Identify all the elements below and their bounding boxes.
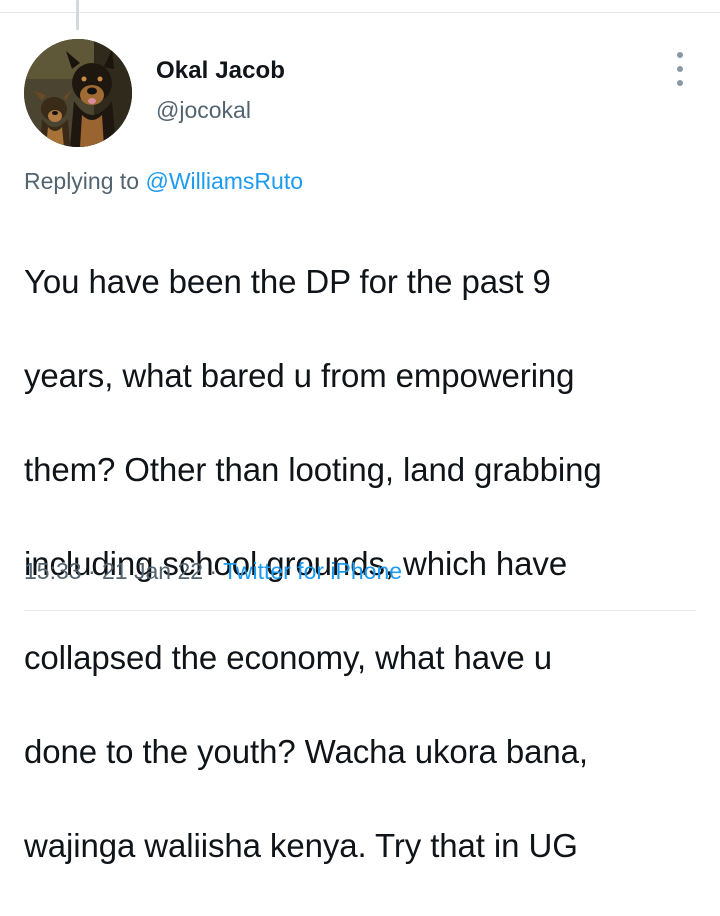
bottom-divider [24,610,696,611]
tweet-text-line: You have been the DP for the past 9 [24,263,551,300]
tweet-text-line: done to the youth? Wacha ukora bana, [24,733,588,770]
tweet-text-line: wajinga waliisha kenya. Try that in UG [24,827,578,864]
tweet-text-line: years, what bared u from empowering [24,357,575,394]
author-handle[interactable]: @jocokal [156,97,251,124]
meta-separator: · [203,558,224,584]
tweet-text-line: them? Other than looting, land grabbing [24,451,602,488]
replying-to-mention-link[interactable]: @WilliamsRuto [145,168,303,194]
more-options-button[interactable] [664,52,696,86]
tweet-date[interactable]: 21 Jan 22 [102,558,203,584]
replying-to: Replying to @WilliamsRuto [24,168,303,195]
top-divider [0,12,720,13]
thread-connector-line [76,0,79,30]
more-vertical-icon-dot [677,66,683,72]
avatar-dogs-image [24,39,132,147]
avatar[interactable] [24,39,132,147]
meta-separator: · [81,558,103,584]
author-display-name[interactable]: Okal Jacob [156,57,285,85]
more-vertical-icon [677,52,683,58]
tweet-text-line: collapsed the economy, what have u [24,639,552,676]
tweet-source-link[interactable]: Twitter for iPhone [223,558,402,584]
tweet-time[interactable]: 15:33 [24,558,82,584]
more-vertical-icon-dot [677,80,683,86]
tweet-metadata: 15:33 · 21 Jan 22 · Twitter for iPhone [24,558,402,585]
replying-to-label: Replying to [24,168,146,194]
